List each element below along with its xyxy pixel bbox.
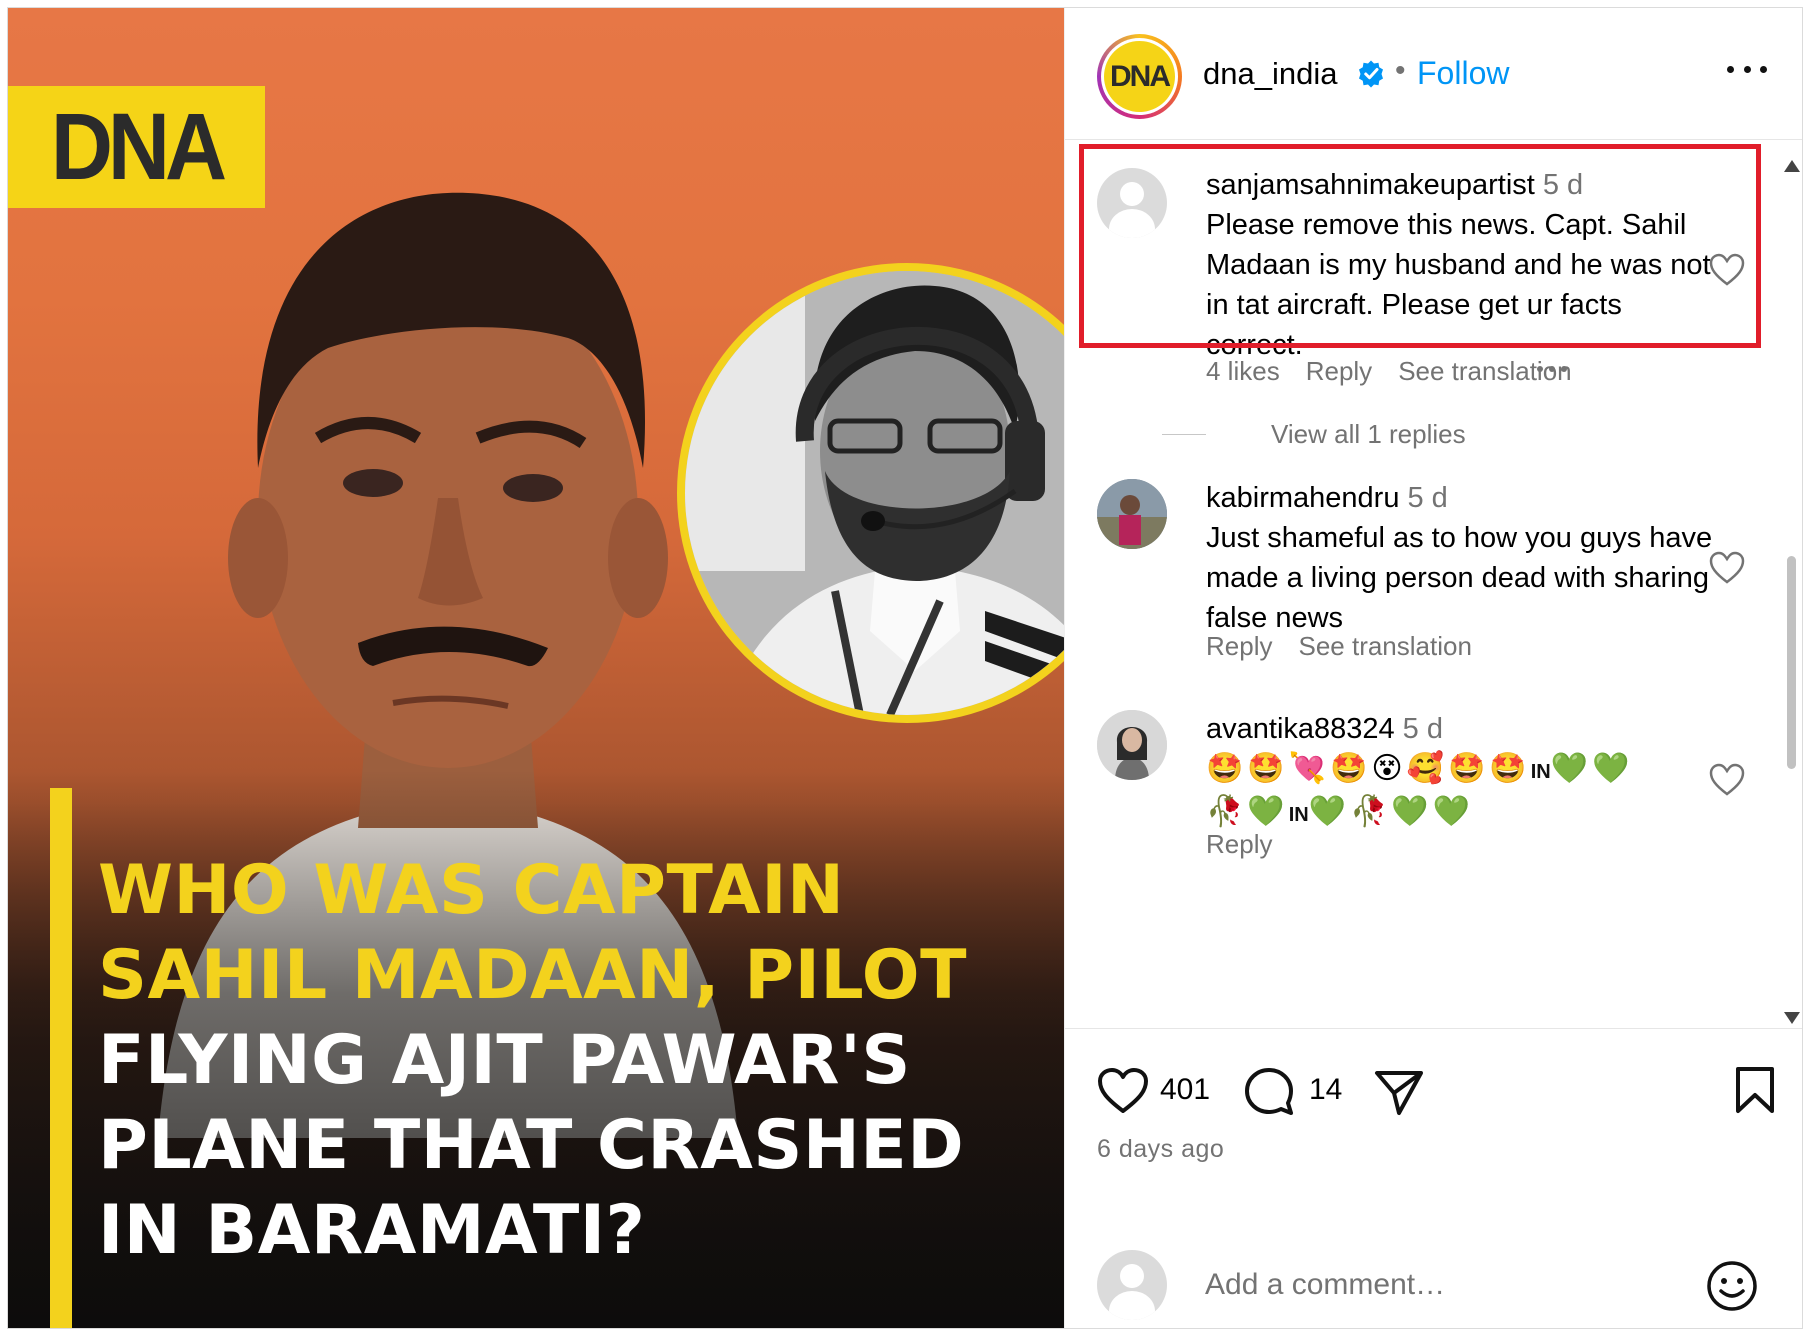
comment-time: 5 d <box>1407 482 1448 514</box>
headline-line-5: IN BARAMATI? <box>98 1191 646 1270</box>
post-date[interactable]: 6 days ago <box>1097 1135 1224 1164</box>
avatar-logo: DNA <box>1104 41 1175 112</box>
bookmark-icon[interactable] <box>1734 1065 1776 1115</box>
comment-time: 5 d <box>1402 713 1443 745</box>
post-panel: DNA dna_india • Follow sanjamsahnimakeup… <box>1064 8 1802 1328</box>
post-headline: WHO WAS CAPTAIN SAHIL MADAAN, PILOT FLYI… <box>98 848 1038 1273</box>
comments-list[interactable]: sanjamsahnimakeupartist 5 d Please remove… <box>1065 141 1802 1028</box>
headline-line-2: SAHIL MADAAN, PILOT <box>98 936 967 1015</box>
instagram-post-window: DNA WHO WAS CAPTAIN SAHIL MADAAN, PILOT … <box>7 7 1803 1329</box>
comment-like-heart-icon[interactable] <box>1709 551 1745 585</box>
comment-icon[interactable] <box>1243 1065 1295 1117</box>
comment-like-heart-icon[interactable] <box>1709 763 1745 797</box>
commenter-username[interactable]: kabirmahendru <box>1206 482 1399 514</box>
separator-dot: • <box>1395 54 1406 87</box>
profile-username[interactable]: dna_india <box>1203 56 1337 92</box>
pilot-photo <box>685 271 1064 715</box>
emoji-in-text: IN <box>1288 804 1309 826</box>
comment-like-heart-icon[interactable] <box>1709 253 1745 287</box>
comment-time: 5 d <box>1542 169 1584 201</box>
comment-count[interactable]: 14 <box>1309 1073 1342 1107</box>
comment-likes[interactable]: 4 likes <box>1206 356 1280 386</box>
comment-more-icon[interactable] <box>1537 366 1567 372</box>
comment-text: Just shameful as to how you guys have ma… <box>1206 522 1713 634</box>
comment-emoji-line-1: 🤩🤩💘🤩😵🥰🤩🤩IN💚💚 <box>1206 752 1634 785</box>
emoji-icon[interactable] <box>1705 1259 1759 1313</box>
commenter-username[interactable]: sanjamsahnimakeupartist <box>1206 169 1535 201</box>
reply-button[interactable]: Reply <box>1306 356 1372 386</box>
follow-button[interactable]: Follow <box>1417 55 1509 92</box>
current-user-avatar <box>1097 1250 1167 1320</box>
headline-line-3: FLYING AJIT PAWAR'S <box>98 1021 911 1100</box>
verified-badge-icon <box>1359 60 1383 88</box>
comment-text: Please remove this news. Capt. Sahil Mad… <box>1206 209 1711 361</box>
emoji-in-text: IN <box>1530 761 1551 783</box>
commenter-avatar[interactable] <box>1097 710 1167 780</box>
add-comment-input[interactable] <box>1205 1260 1685 1310</box>
reply-button[interactable]: Reply <box>1206 631 1272 661</box>
headline-accent-bar <box>50 788 72 1328</box>
commenter-username[interactable]: avantika88324 <box>1206 713 1395 745</box>
reply-button[interactable]: Reply <box>1206 829 1272 859</box>
like-count[interactable]: 401 <box>1160 1073 1210 1107</box>
share-icon[interactable] <box>1373 1067 1425 1117</box>
add-comment-bar <box>1065 1232 1802 1328</box>
more-options-icon[interactable] <box>1727 66 1767 78</box>
headline-line-4: PLANE THAT CRASHED <box>98 1106 965 1185</box>
headline-line-1: WHO WAS CAPTAIN <box>98 851 845 930</box>
post-header: DNA dna_india • Follow <box>1065 8 1802 140</box>
profile-avatar[interactable]: DNA <box>1097 34 1182 119</box>
post-image[interactable]: DNA WHO WAS CAPTAIN SAHIL MADAAN, PILOT … <box>8 8 1064 1328</box>
like-heart-icon[interactable] <box>1097 1067 1149 1115</box>
commenter-avatar[interactable] <box>1097 479 1167 549</box>
see-translation-button[interactable]: See translation <box>1298 631 1471 661</box>
post-actions-bar: 401 14 6 days ago <box>1065 1028 1802 1232</box>
commenter-avatar[interactable] <box>1097 168 1167 238</box>
